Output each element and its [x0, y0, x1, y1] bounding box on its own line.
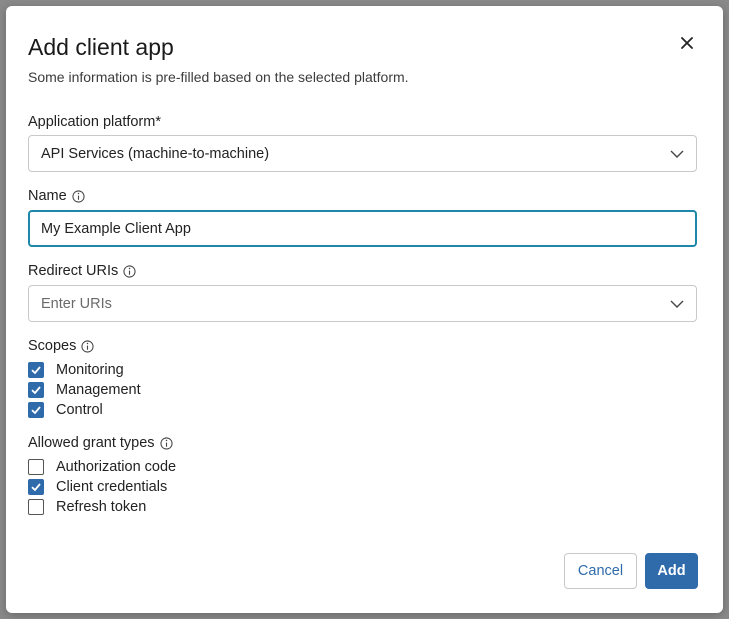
info-icon[interactable] — [81, 339, 94, 353]
checkbox-checked[interactable] — [28, 402, 44, 418]
checkbox-checked[interactable] — [28, 382, 44, 398]
dialog-title: Add client app — [28, 34, 174, 60]
grant-label: Authorization code — [56, 459, 177, 475]
grant-label: Refresh token — [56, 499, 147, 515]
close-button[interactable] — [676, 32, 698, 54]
redirect-uris-select[interactable]: Enter URIs — [28, 285, 697, 322]
grant-types-label-text: Allowed grant types — [28, 435, 155, 451]
info-icon[interactable] — [159, 436, 173, 450]
grant-label: Client credentials — [56, 479, 168, 495]
checkbox-unchecked[interactable] — [28, 459, 44, 475]
scopes-label: Scopes — [28, 338, 94, 354]
info-icon[interactable] — [72, 189, 85, 203]
chevron-down-icon — [670, 150, 684, 158]
check-icon — [31, 406, 41, 415]
name-input-value: My Example Client App — [41, 220, 191, 237]
info-icon[interactable] — [123, 264, 136, 278]
redirect-label: Redirect URIs — [28, 263, 136, 279]
redirect-label-text: Redirect URIs — [28, 263, 119, 279]
scope-label: Monitoring — [56, 362, 124, 378]
platform-select[interactable]: API Services (machine-to-machine) — [28, 135, 697, 172]
grant-authorization-code[interactable]: Authorization code — [28, 459, 176, 475]
scope-label: Management — [56, 382, 141, 398]
scope-management[interactable]: Management — [28, 382, 141, 398]
scope-label: Control — [56, 402, 103, 418]
platform-select-value: API Services (machine-to-machine) — [41, 145, 270, 162]
platform-label: Application platform* — [28, 114, 161, 130]
grant-refresh-token[interactable]: Refresh token — [28, 499, 146, 515]
checkbox-unchecked[interactable] — [28, 499, 44, 515]
scopes-label-text: Scopes — [28, 338, 77, 354]
checkbox-checked[interactable] — [28, 362, 44, 378]
chevron-down-icon — [670, 300, 684, 308]
grant-client-credentials[interactable]: Client credentials — [28, 479, 167, 495]
cancel-button[interactable]: Cancel — [564, 553, 637, 589]
close-icon — [681, 37, 693, 49]
grant-types-label: Allowed grant types — [28, 435, 173, 451]
check-icon — [31, 366, 41, 375]
platform-label-text: Application platform* — [28, 114, 161, 130]
check-icon — [31, 483, 41, 492]
redirect-uris-placeholder: Enter URIs — [41, 295, 112, 312]
name-label-text: Name — [28, 188, 67, 204]
dialog-subtitle: Some information is pre-filled based on … — [28, 69, 409, 85]
add-client-app-dialog: Add client app Some information is pre-f… — [6, 6, 723, 613]
checkbox-checked[interactable] — [28, 479, 44, 495]
name-label: Name — [28, 188, 85, 204]
scope-control[interactable]: Control — [28, 402, 103, 418]
scope-monitoring[interactable]: Monitoring — [28, 362, 124, 378]
check-icon — [31, 386, 41, 395]
add-button[interactable]: Add — [645, 553, 698, 589]
name-input[interactable]: My Example Client App — [28, 210, 697, 247]
